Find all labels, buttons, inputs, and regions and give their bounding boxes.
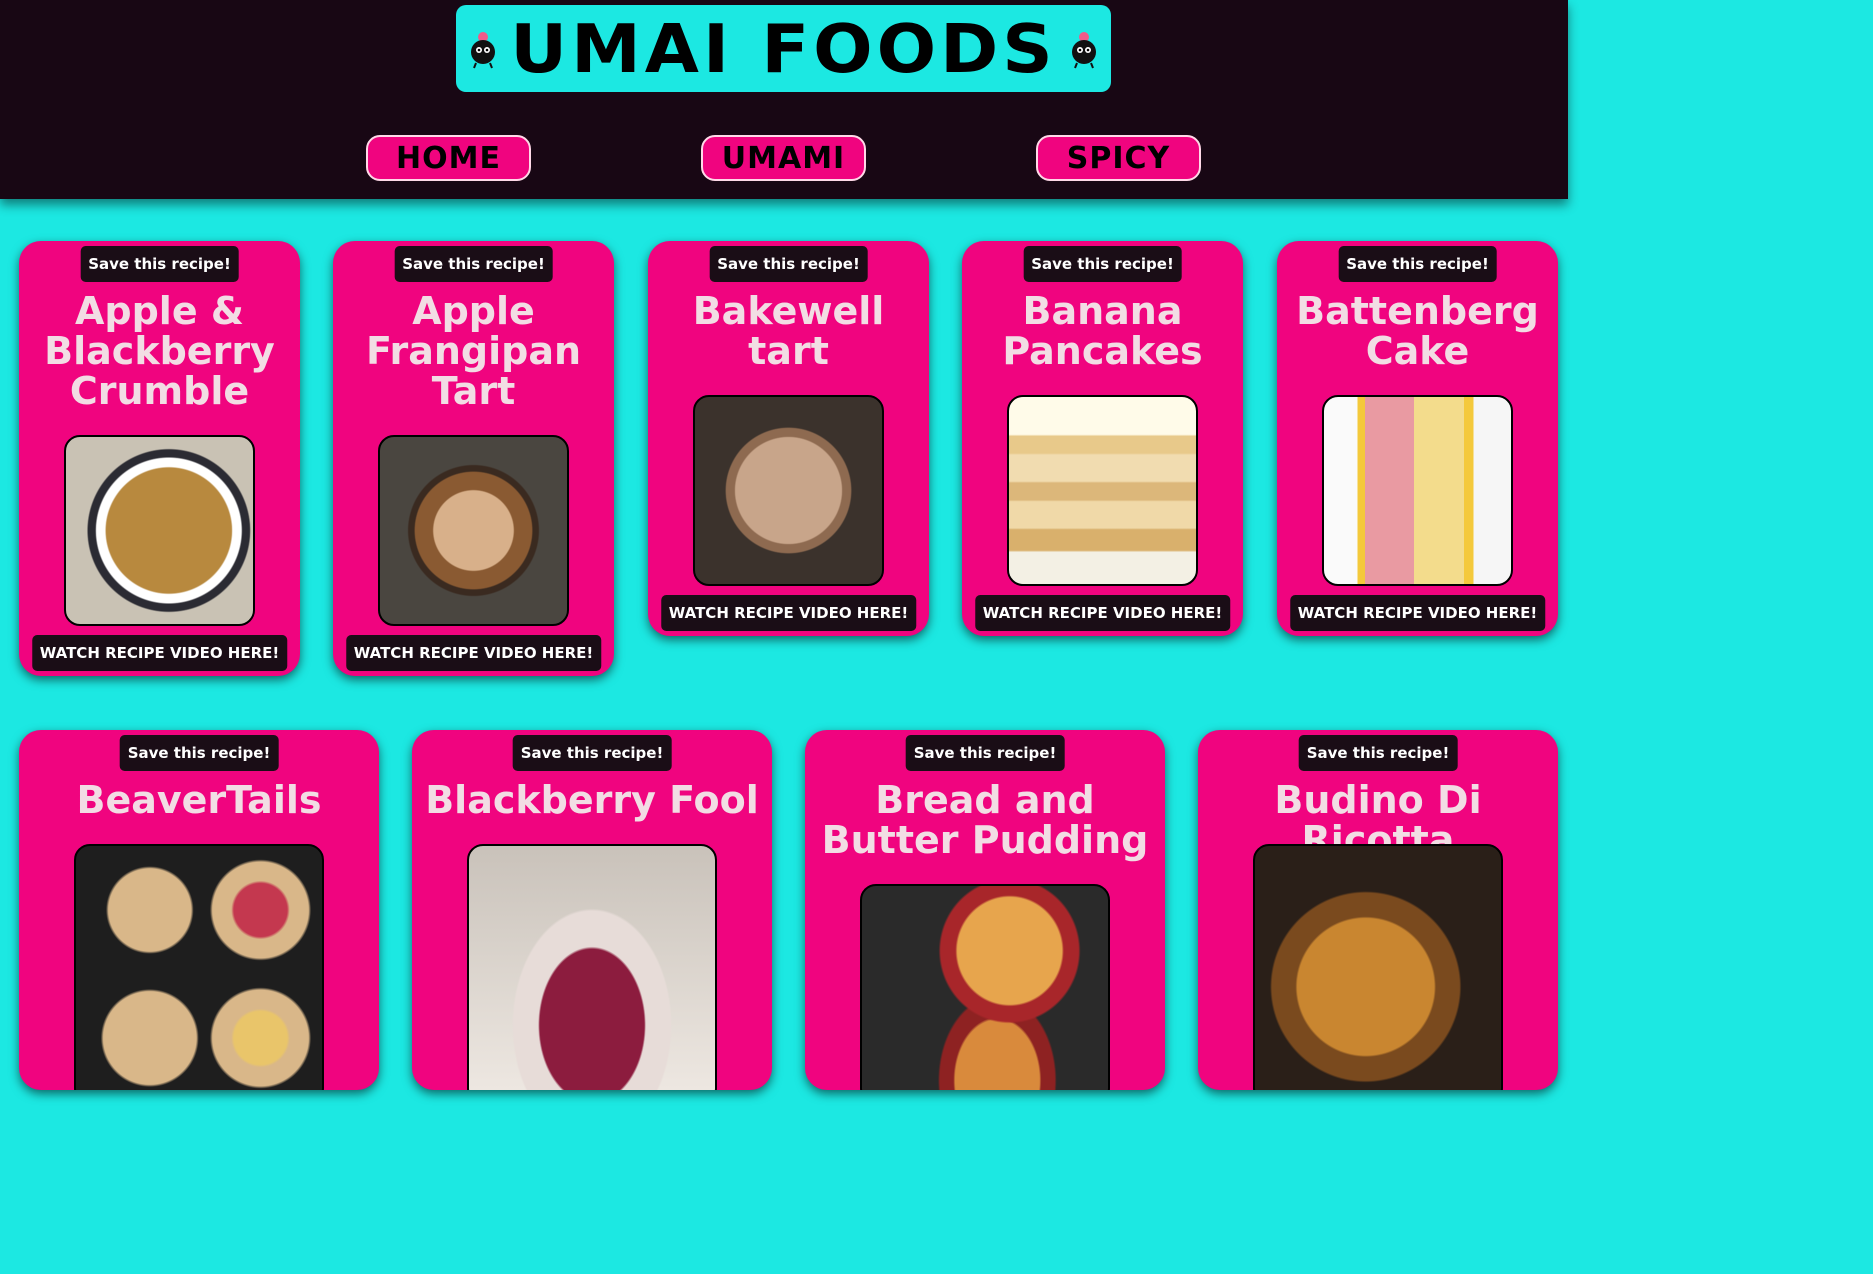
recipe-title: Apple & Blackberry Crumble [44, 289, 275, 413]
save-recipe-button[interactable]: Save this recipe! [1298, 735, 1458, 771]
save-recipe-button[interactable]: Save this recipe! [119, 735, 279, 771]
recipe-title: Blackberry Fool [425, 778, 759, 822]
recipe-card: Save this recipe! Blackberry Fool [412, 730, 772, 1090]
recipe-image[interactable] [64, 435, 255, 626]
watch-video-button[interactable]: WATCH RECIPE VIDEO HERE! [1289, 595, 1546, 631]
recipe-card: Save this recipe! Banana Pancakes WATCH … [962, 241, 1243, 636]
soot-sprite-icon [471, 31, 496, 68]
recipe-card: Save this recipe! Bakewell tart WATCH RE… [648, 241, 929, 636]
save-recipe-button[interactable]: Save this recipe! [709, 246, 868, 282]
watch-video-button[interactable]: WATCH RECIPE VIDEO HERE! [660, 595, 917, 631]
save-recipe-button[interactable]: Save this recipe! [1023, 246, 1182, 282]
recipe-card: Save this recipe! Apple Frangipan Tart W… [333, 241, 614, 676]
nav-umami[interactable]: UMAMI [701, 135, 866, 181]
save-recipe-button[interactable]: Save this recipe! [905, 735, 1065, 771]
recipe-image[interactable] [467, 844, 717, 1090]
recipe-title: Bread and Butter Pudding [821, 778, 1149, 862]
recipe-image[interactable] [74, 844, 324, 1090]
save-recipe-button[interactable]: Save this recipe! [80, 246, 239, 282]
site-header: UMAI FOODS HOME UMAMI SPICY [0, 0, 1568, 199]
site-title: UMAI FOODS [510, 9, 1057, 88]
watch-video-button[interactable]: WATCH RECIPE VIDEO HERE! [31, 635, 288, 671]
recipe-title: Battenberg Cake [1296, 289, 1539, 373]
recipe-title: Apple Frangipan Tart [365, 289, 582, 413]
nav-spicy[interactable]: SPICY [1036, 135, 1201, 181]
watch-video-button[interactable]: WATCH RECIPE VIDEO HERE! [345, 635, 602, 671]
recipe-card: Save this recipe! Battenberg Cake WATCH … [1277, 241, 1558, 636]
recipe-card: Save this recipe! Apple & Blackberry Cru… [19, 241, 300, 676]
recipe-image[interactable] [1253, 844, 1503, 1090]
save-recipe-button[interactable]: Save this recipe! [394, 246, 553, 282]
save-recipe-button[interactable]: Save this recipe! [1338, 246, 1497, 282]
soot-sprite-icon [1071, 31, 1096, 68]
recipe-card: Save this recipe! Bread and Butter Puddi… [805, 730, 1165, 1090]
site-logo[interactable]: UMAI FOODS [456, 5, 1111, 92]
recipe-card: Save this recipe! Budino Di Ricotta [1198, 730, 1558, 1090]
recipe-image[interactable] [1007, 395, 1198, 586]
recipe-image[interactable] [860, 884, 1110, 1090]
recipe-image[interactable] [378, 435, 569, 626]
save-recipe-button[interactable]: Save this recipe! [512, 735, 672, 771]
nav-home[interactable]: HOME [366, 135, 531, 181]
recipe-title: Bakewell tart [692, 289, 885, 373]
recipe-image[interactable] [693, 395, 884, 586]
recipe-title: BeaverTails [76, 778, 322, 822]
recipe-title: Banana Pancakes [1002, 289, 1203, 373]
watch-video-button[interactable]: WATCH RECIPE VIDEO HERE! [974, 595, 1231, 631]
recipe-card: Save this recipe! BeaverTails [19, 730, 379, 1090]
recipe-image[interactable] [1322, 395, 1513, 586]
